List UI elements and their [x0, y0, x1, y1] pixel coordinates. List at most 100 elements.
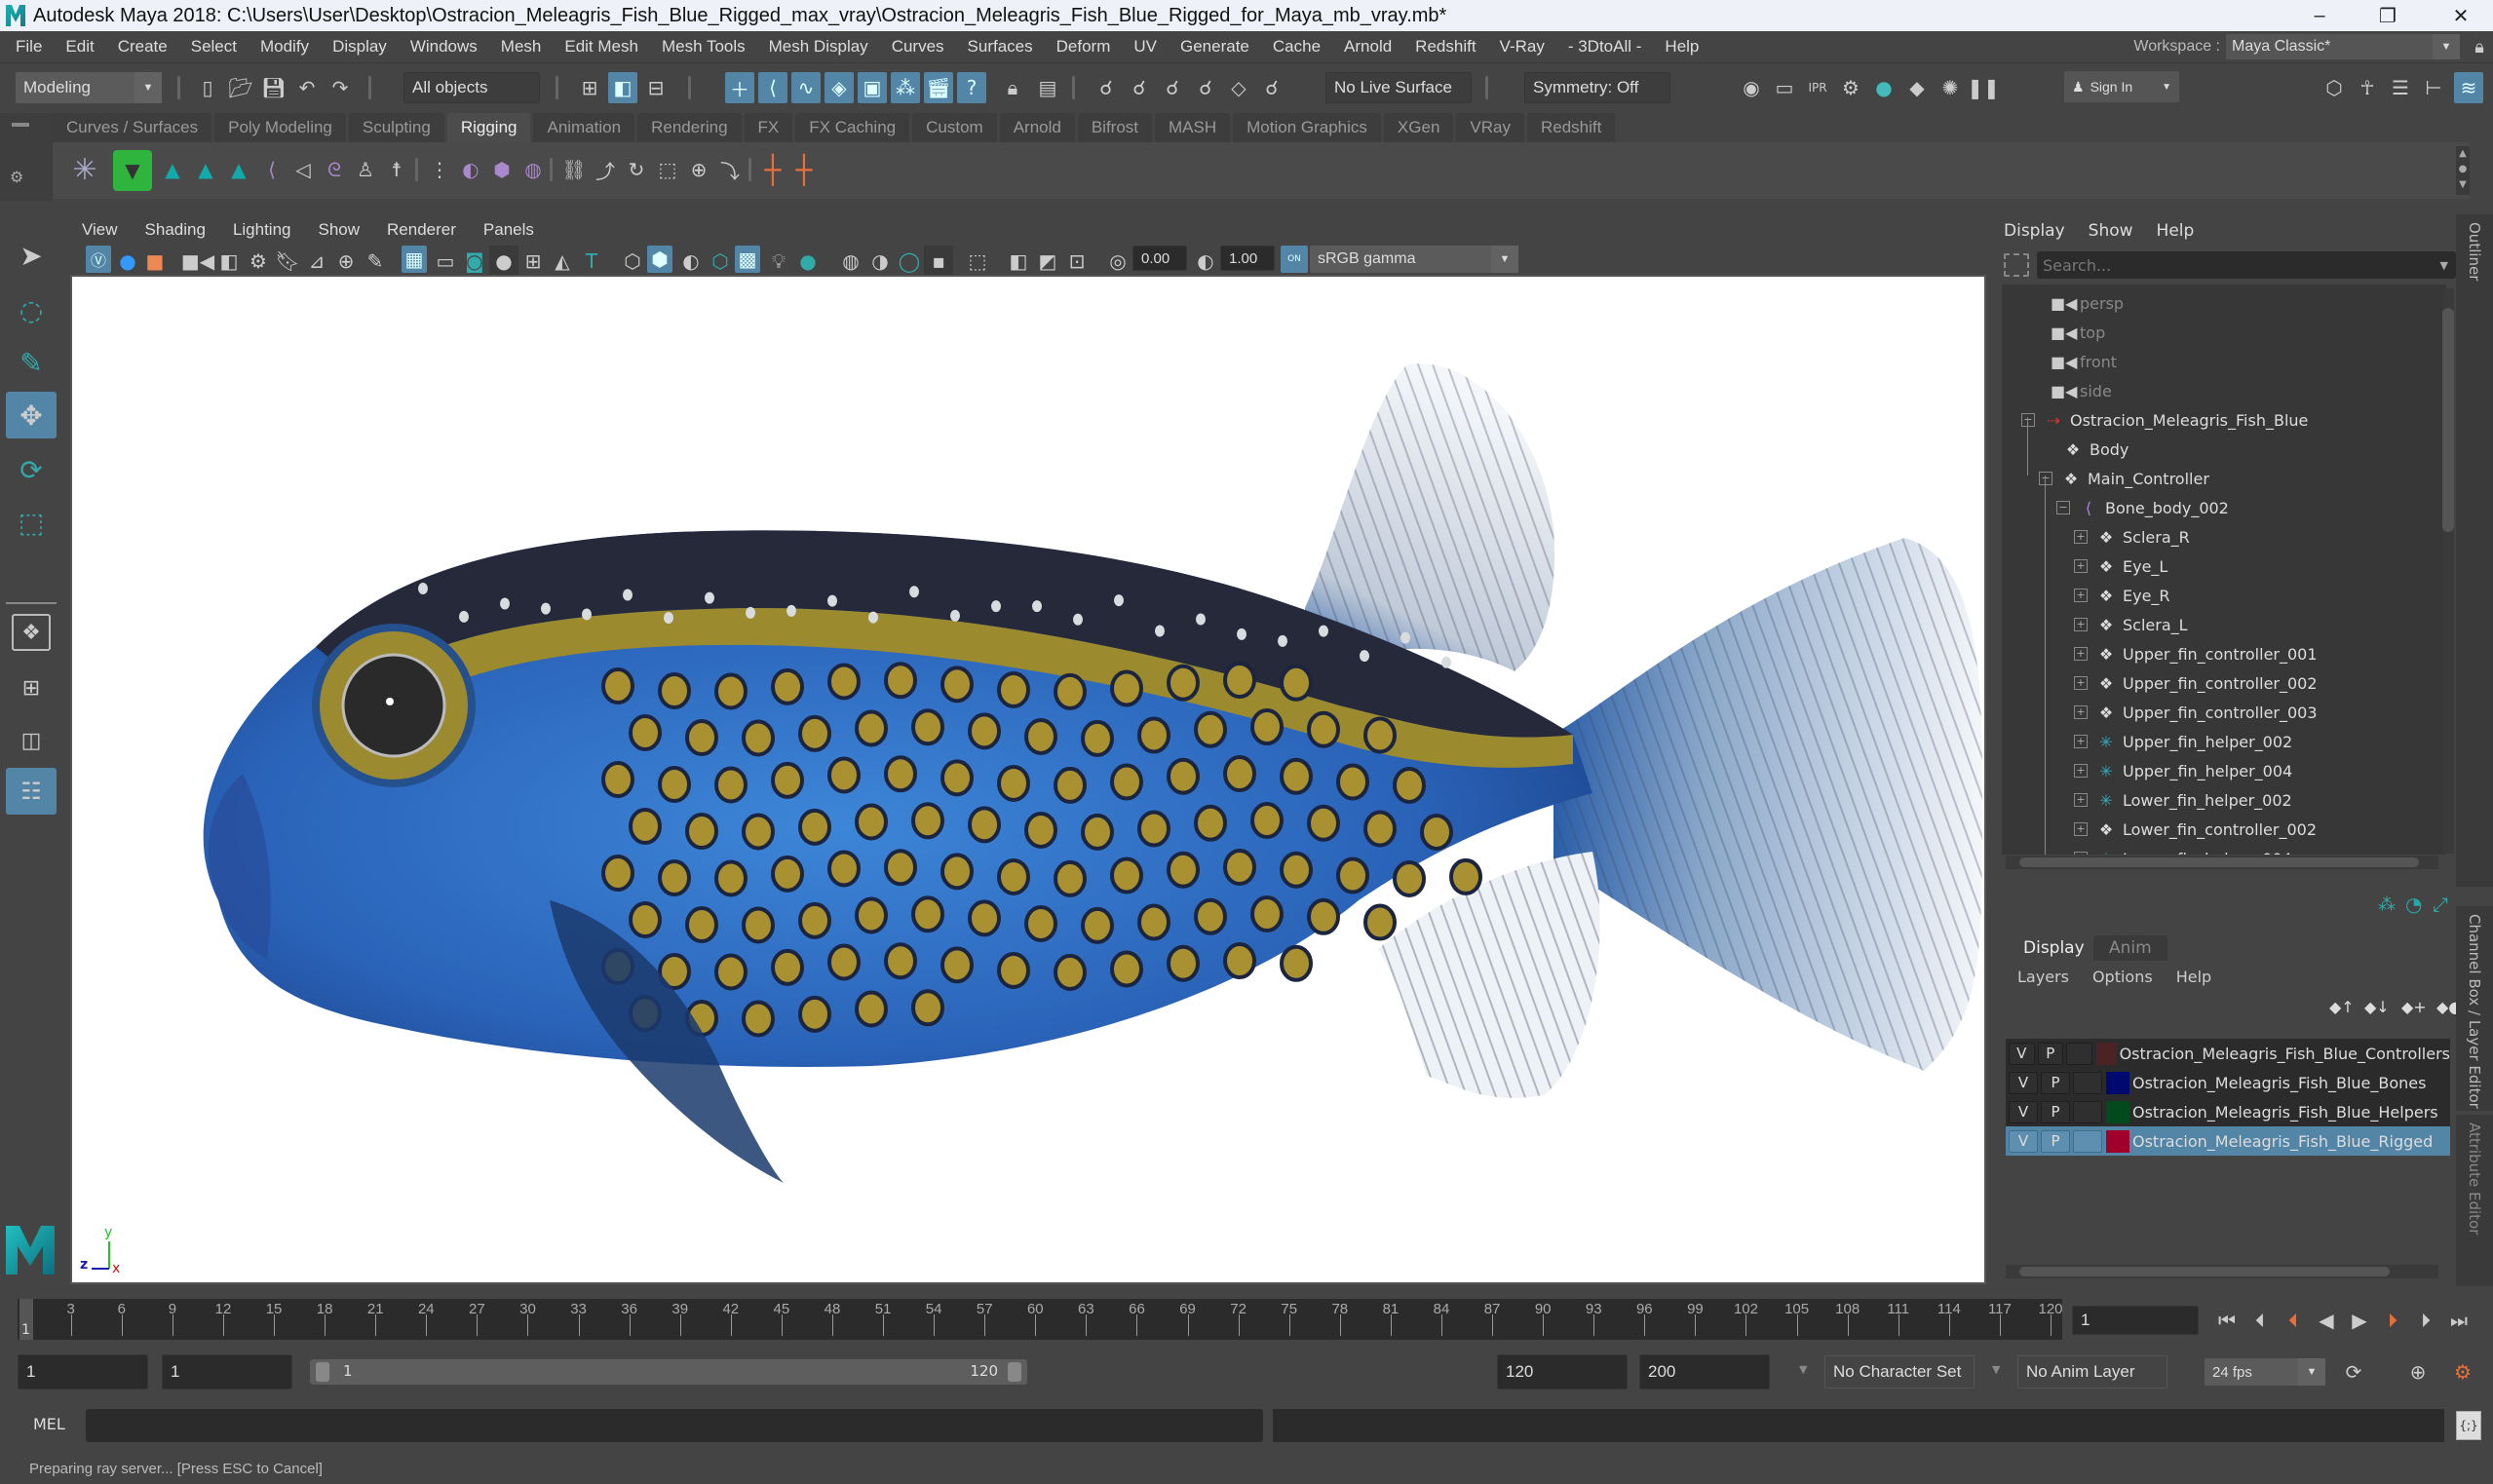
field-chart-icon[interactable]: ⊞	[518, 246, 548, 277]
human-ik-icon[interactable]: ☥	[2353, 72, 2382, 103]
input-ops-icon[interactable]: ☌	[1092, 72, 1121, 103]
move-manipulator-icon[interactable]: ⁂	[2378, 894, 2396, 915]
2d-pan-zoom-icon[interactable]: ⊕	[331, 246, 361, 277]
interactive-bind-icon[interactable]: ☨	[382, 154, 411, 185]
shelf-tab-arnold[interactable]: Arnold	[999, 113, 1075, 142]
gate-mask-icon[interactable]: ●	[489, 246, 518, 277]
symmetry-field[interactable]: Symmetry: Off	[1524, 72, 1670, 103]
render-setup-icon[interactable]: ◆	[1902, 72, 1932, 103]
cluster-icon[interactable]: ◐	[456, 154, 485, 185]
shelf-tab-redshift[interactable]: Redshift	[1526, 113, 1616, 142]
script-editor-icon[interactable]: {;}	[2456, 1411, 2481, 1440]
menu-edit-mesh[interactable]: Edit Mesh	[553, 37, 650, 57]
joint-label-icon[interactable]: ┼	[789, 154, 819, 186]
menu-surfaces[interactable]: Surfaces	[956, 37, 1045, 57]
hypershade-icon[interactable]: ●	[1869, 72, 1899, 103]
viewport-menu-view[interactable]: View	[68, 220, 132, 240]
step-forward-key-icon[interactable]: ⏵	[2411, 1306, 2440, 1335]
layer-playback-toggle[interactable]: P	[2041, 1071, 2070, 1094]
step-forward-frame-icon[interactable]: ⏵	[2378, 1306, 2407, 1335]
close-button[interactable]: ✕	[2432, 0, 2490, 31]
layer-display-type-toggle[interactable]	[2066, 1042, 2092, 1065]
workspace-dropdown[interactable]: Maya Classic* ▼	[2226, 34, 2460, 59]
layer-tab-anim[interactable]: Anim	[2093, 935, 2167, 961]
shelf-menu-icon[interactable]	[12, 123, 29, 127]
collapse-icon[interactable]: −	[2021, 413, 2035, 427]
viewport-menu-shading[interactable]: Shading	[132, 220, 219, 240]
menu-mesh-tools[interactable]: Mesh Tools	[650, 37, 757, 57]
sign-in-dropdown[interactable]: ♟ Sign In ▼	[2064, 71, 2179, 102]
joint-orient-icon[interactable]: ┼	[758, 154, 787, 186]
gamma-field[interactable]: 1.00	[1220, 246, 1275, 271]
gear-icon[interactable]: ⚙︎	[10, 168, 23, 186]
shelf-tab-bifrost[interactable]: Bifrost	[1077, 113, 1153, 142]
shadows-icon[interactable]: ●	[793, 246, 823, 277]
human-ik-skeleton-icon[interactable]: ▲	[191, 154, 220, 185]
light-editor-icon[interactable]: ✺	[1936, 72, 1965, 103]
menu-mesh-display[interactable]: Mesh Display	[757, 37, 880, 57]
human-ik-control-icon[interactable]: ▲	[224, 154, 253, 185]
layer-row[interactable]: V P Ostracion_Meleagris_Fish_Blue_Controll…	[2006, 1039, 2450, 1068]
four-view-layout-icon[interactable]: ⊞	[6, 665, 57, 711]
vray-select-icon[interactable]: ■	[140, 246, 170, 277]
layer-playback-toggle[interactable]: P	[2037, 1042, 2064, 1065]
shelf-tab-fx-caching[interactable]: FX Caching	[795, 113, 910, 142]
outliner-item[interactable]: + ✳ Upper_fin_helper_004	[2074, 756, 2292, 785]
character-set-dropdown[interactable]: No Character Set	[1824, 1355, 1975, 1389]
snap-together-icon[interactable]: ☌	[1257, 72, 1286, 103]
menuset-dropdown[interactable]: Modeling ▼	[16, 72, 162, 103]
layer-display-type-toggle[interactable]	[2073, 1129, 2102, 1153]
expand-icon[interactable]: +	[2074, 822, 2088, 836]
image-plane-icon[interactable]: ⊿	[302, 246, 331, 277]
expand-icon[interactable]: +	[2074, 705, 2088, 719]
menu-select[interactable]: Select	[179, 37, 249, 57]
snap-components-icon[interactable]: ⁂	[891, 72, 920, 103]
orient-constraint-icon[interactable]: ↻	[622, 154, 651, 185]
ambient-occlusion-icon[interactable]: ◍	[836, 246, 865, 277]
scale-tool-icon[interactable]: ⬚	[6, 499, 57, 546]
ipr-render-icon[interactable]: IPR	[1803, 72, 1832, 103]
expand-icon[interactable]: +	[2074, 764, 2088, 778]
vray-sphere-icon[interactable]: ●	[113, 246, 142, 277]
layer-visibility-toggle[interactable]: V	[2009, 1071, 2038, 1094]
outliner-item[interactable]: + ❖ Upper_fin_controller_001	[2074, 639, 2318, 668]
select-set-icon[interactable]: ▼	[113, 150, 152, 191]
menu-edit[interactable]: Edit	[54, 37, 105, 57]
layer-menu-help[interactable]: Help	[2165, 968, 2223, 986]
color-management-toggle[interactable]: ON	[1281, 246, 1308, 273]
resolution-gate-icon[interactable]: ◙	[460, 246, 489, 277]
attribute-editor-side-tab[interactable]: Attribute Editor	[2456, 1115, 2493, 1286]
outliner-vertical-scrollbar[interactable]	[2442, 288, 2454, 854]
scene-end-field[interactable]: 200	[1639, 1354, 1770, 1389]
outliner-item[interactable]: + ✳ Lower_fin_helper_002	[2074, 785, 2292, 815]
scale-manipulator-icon[interactable]: ⤢	[2433, 893, 2448, 916]
wireframe-on-shaded-icon[interactable]: ◐	[676, 246, 706, 277]
make-live-icon[interactable]: ☌	[1191, 72, 1220, 103]
safe-title-icon[interactable]: T	[577, 246, 606, 277]
snap-grid-icon[interactable]: ＋	[725, 72, 754, 103]
menu-file[interactable]: File	[4, 37, 54, 57]
exposure-field[interactable]: 0.00	[1132, 246, 1187, 271]
shelf-tab-sculpting[interactable]: Sculpting	[348, 113, 444, 142]
playback-end-field[interactable]: 120	[1497, 1354, 1628, 1389]
animation-preferences-icon[interactable]: ⚙︎	[2448, 1357, 2477, 1387]
move-tool-icon[interactable]: ✥	[6, 392, 57, 438]
colorspace-dropdown[interactable]: sRGB gamma ▼	[1310, 246, 1518, 273]
anti-aliasing-icon[interactable]: ◯	[895, 246, 924, 277]
grid-icon[interactable]: ▦	[402, 246, 427, 273]
attribute-editor-toggle-icon[interactable]: ☰	[2386, 72, 2415, 103]
menu-cache[interactable]: Cache	[1261, 37, 1332, 57]
shelf-tab-curves-surfaces[interactable]: Curves / Surfaces	[53, 113, 212, 142]
camera-attributes-icon[interactable]: ⚙︎	[244, 246, 273, 277]
outliner-item[interactable]: + ❖ Sclera_L	[2074, 610, 2188, 639]
outliner-item[interactable]: − ❖ Main_Controller	[2039, 464, 2209, 493]
range-end-handle[interactable]	[1008, 1362, 1021, 1382]
outliner-item[interactable]: + ❖ Upper_fin_controller_003	[2074, 698, 2318, 727]
step-back-key-icon[interactable]: ⏴	[2245, 1306, 2275, 1335]
shelf-tab-fx[interactable]: FX	[744, 113, 793, 142]
shelf-tab-animation[interactable]: Animation	[533, 113, 635, 142]
motion-blur-icon[interactable]: ◑	[865, 246, 895, 277]
outliner-item[interactable]: ■◀ side	[2051, 376, 2112, 405]
shelf-tab-rigging[interactable]: Rigging	[446, 113, 531, 142]
expand-icon[interactable]: +	[2074, 676, 2088, 690]
